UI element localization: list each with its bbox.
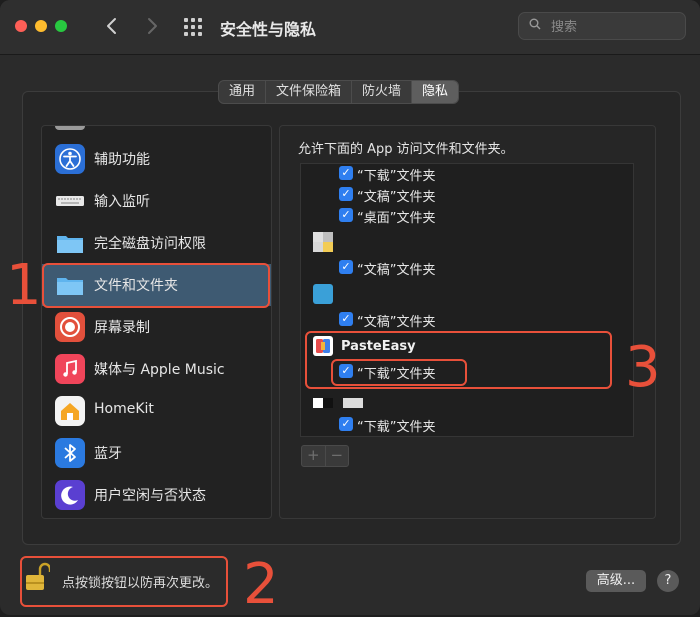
annotation-number-3: 3 xyxy=(625,335,661,400)
checkbox[interactable]: ✓ xyxy=(339,187,353,201)
search-input[interactable] xyxy=(549,16,683,38)
bluetooth-icon xyxy=(55,438,85,468)
permission-row[interactable]: ✓ “文稿”文件夹 xyxy=(301,185,633,205)
chevron-left-icon xyxy=(107,18,116,34)
checkbox[interactable]: ✓ xyxy=(339,417,353,431)
accessibility-icon xyxy=(55,144,85,174)
annotation-box-3-inner xyxy=(331,359,467,386)
privacy-category-list[interactable]: 辅助功能 输入监听 完全磁盘访问权限 文件和文件夹 屏幕录制 媒体与 Apple… xyxy=(41,125,272,519)
app-icon xyxy=(313,284,333,304)
sidebar-item-accessibility[interactable]: 辅助功能 xyxy=(42,138,271,180)
help-button[interactable]: ? xyxy=(657,570,679,592)
checkbox[interactable]: ✓ xyxy=(339,260,353,274)
tab-bar: 通用 文件保险箱 防火墙 隐私 xyxy=(218,80,460,104)
folder-icon xyxy=(55,228,85,258)
minimize-window-button[interactable] xyxy=(35,20,47,32)
sidebar-item-user-idle-status[interactable]: 用户空闲与否状态 xyxy=(42,474,271,516)
keyboard-icon xyxy=(55,186,85,216)
sidebar-item-homekit[interactable]: HomeKit xyxy=(42,390,271,432)
annotation-box-2 xyxy=(20,556,228,607)
title-bar: 安全性与隐私 xyxy=(0,0,700,55)
add-remove-control: + − xyxy=(301,445,349,467)
app-icon-partial xyxy=(313,398,323,408)
permission-row[interactable]: ✓ “文稿”文件夹 xyxy=(301,310,633,330)
sidebar-item-label: 屏幕录制 xyxy=(94,320,150,336)
annotation-box-1 xyxy=(42,263,270,308)
sidebar-item-bluetooth[interactable]: 蓝牙 xyxy=(42,432,271,474)
sidebar-item-input-monitoring[interactable]: 输入监听 xyxy=(42,180,271,222)
sidebar-item-label: 输入监听 xyxy=(94,194,150,210)
advanced-button[interactable]: 高级... xyxy=(586,570,646,592)
permission-label: “文稿”文件夹 xyxy=(357,263,436,278)
sidebar-item-label: 用户空闲与否状态 xyxy=(94,488,206,504)
permission-row[interactable]: ✓ “文稿”文件夹 xyxy=(301,258,633,278)
remove-button[interactable]: − xyxy=(324,446,349,466)
tab-firewall[interactable]: 防火墙 xyxy=(352,81,413,103)
annotation-number-1: 1 xyxy=(6,253,42,318)
window-title: 安全性与隐私 xyxy=(220,20,317,39)
forward-button[interactable] xyxy=(140,14,164,38)
app-row[interactable] xyxy=(301,232,633,256)
sidebar-item-label: 媒体与 Apple Music xyxy=(94,362,225,378)
permission-label: “下载”文件夹 xyxy=(357,420,436,435)
permission-row[interactable]: ✓ “桌面”文件夹 xyxy=(301,206,633,226)
screen-record-icon xyxy=(55,312,85,342)
tab-privacy[interactable]: 隐私 xyxy=(412,81,459,103)
permission-label: “文稿”文件夹 xyxy=(357,315,436,330)
tab-filevault[interactable]: 文件保险箱 xyxy=(266,81,353,103)
permission-row[interactable]: ✓ “下载”文件夹 xyxy=(301,164,633,184)
search-icon xyxy=(529,18,541,30)
show-all-grid-icon[interactable] xyxy=(184,18,204,36)
search-field[interactable] xyxy=(518,12,686,40)
music-icon xyxy=(55,354,85,384)
app-row[interactable] xyxy=(301,284,633,308)
checkbox[interactable]: ✓ xyxy=(339,166,353,180)
app-icon-partial xyxy=(343,398,363,408)
app-icon xyxy=(313,232,333,252)
sidebar-item-full-disk-access[interactable]: 完全磁盘访问权限 xyxy=(42,222,271,264)
zoom-window-button[interactable] xyxy=(55,20,67,32)
tab-general[interactable]: 通用 xyxy=(219,81,267,103)
checkbox[interactable]: ✓ xyxy=(339,312,353,326)
home-icon xyxy=(55,396,85,426)
permission-label: “桌面”文件夹 xyxy=(357,211,436,226)
sidebar-item-label: HomeKit xyxy=(94,401,154,417)
panel-heading: 允许下面的 App 访问文件和文件夹。 xyxy=(298,142,514,157)
app-icon-partial xyxy=(323,398,333,408)
moon-icon xyxy=(55,480,85,510)
permission-row[interactable]: ✓ “下载”文件夹 xyxy=(301,415,633,435)
checkbox[interactable]: ✓ xyxy=(339,208,353,222)
sidebar-item-screen-recording[interactable]: 屏幕录制 xyxy=(42,306,271,348)
chevron-right-icon xyxy=(148,18,157,34)
sidebar-item-label: 蓝牙 xyxy=(94,446,122,462)
app-row[interactable] xyxy=(301,396,633,410)
sidebar-item-media-apple-music[interactable]: 媒体与 Apple Music xyxy=(42,348,271,390)
add-button[interactable]: + xyxy=(302,446,325,466)
annotation-number-2: 2 xyxy=(243,552,279,617)
close-window-button[interactable] xyxy=(15,20,27,32)
permission-label: “下载”文件夹 xyxy=(357,169,436,184)
permission-label: “文稿”文件夹 xyxy=(357,190,436,205)
scrolled-item-partial xyxy=(55,126,85,130)
sidebar-item-label: 完全磁盘访问权限 xyxy=(94,236,206,252)
back-button[interactable] xyxy=(100,14,124,38)
sidebar-item-label: 辅助功能 xyxy=(94,152,150,168)
app-permission-list[interactable]: ✓ “下载”文件夹 ✓ “文稿”文件夹 ✓ “桌面”文件夹 ✓ “文稿”文件夹 … xyxy=(300,163,634,437)
